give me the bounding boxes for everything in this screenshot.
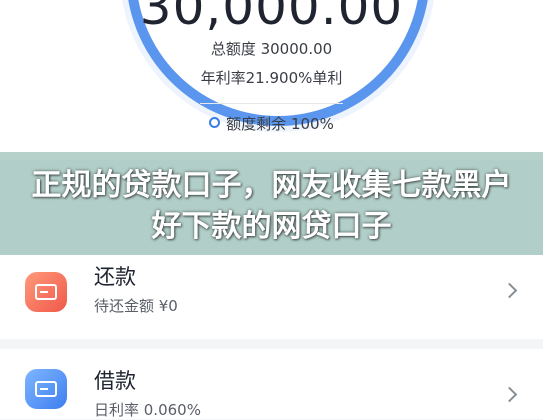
available-amount: 30,000.00 — [139, 0, 404, 36]
credit-summary-card: 30,000.00 总额度 30000.00 年利率21.900%单利 额度剩余… — [0, 0, 543, 160]
headline-text: 正规的贷款口子，网友收集七款黑户好下款的网贷口子 — [31, 168, 512, 244]
total-quota-text: 总额度 30000.00 — [210, 40, 333, 58]
divider — [200, 103, 343, 104]
borrow-title: 借款 — [94, 369, 136, 393]
card-borrow-icon — [25, 369, 67, 409]
circle-dot-icon — [209, 117, 221, 128]
chevron-right-icon[interactable] — [501, 282, 518, 299]
repay-title: 还款 — [94, 265, 136, 289]
repay-amount-text: 待还金额 ¥0 — [94, 297, 178, 315]
repay-card[interactable]: 还款 待还金额 ¥0 — [0, 255, 543, 339]
daily-rate-text: 日利率 0.060% — [94, 401, 201, 419]
annual-rate-text: 年利率21.900%单利 — [200, 69, 343, 87]
borrow-card[interactable]: 借款 日利率 0.060% — [0, 349, 543, 419]
chevron-right-icon[interactable] — [501, 386, 518, 403]
remaining-quota-text: 额度剩余 100% — [226, 115, 334, 133]
card-repay-icon — [25, 272, 67, 312]
remaining-quota: 额度剩余 100% — [0, 113, 543, 134]
